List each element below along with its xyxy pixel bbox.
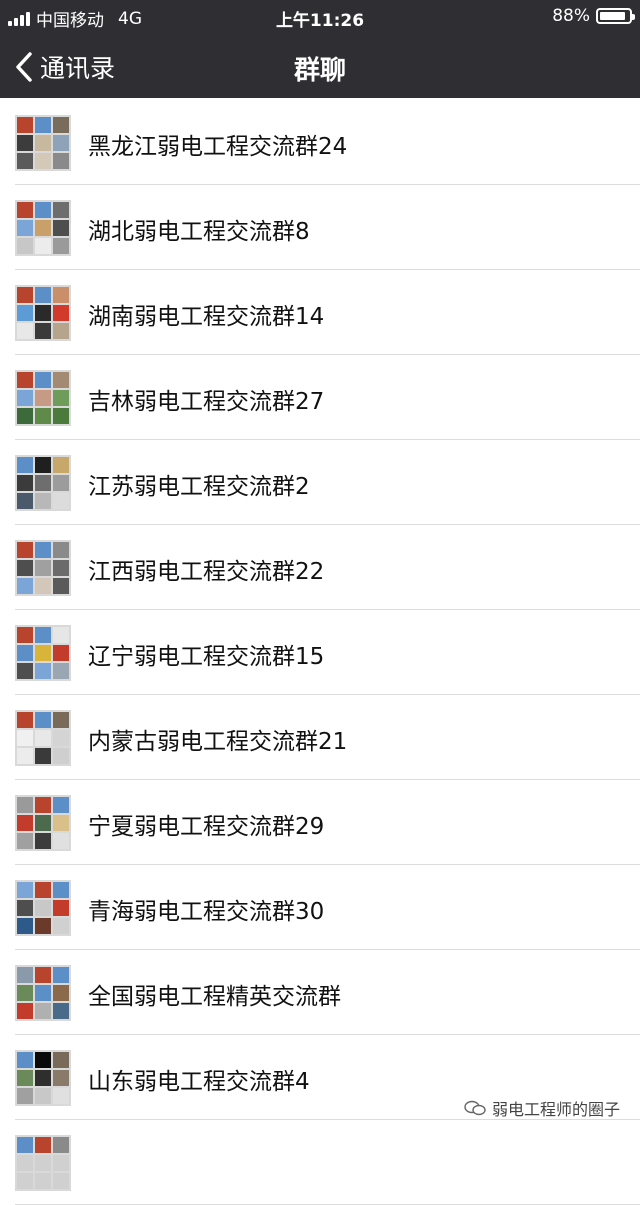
group-row[interactable]: 江苏弱电工程交流群2	[0, 440, 640, 525]
group-row[interactable]: 全国弱电工程精英交流群	[0, 950, 640, 1035]
group-name: 辽宁弱电工程交流群15	[88, 644, 325, 670]
group-avatar	[15, 1135, 71, 1191]
group-name: 江苏弱电工程交流群2	[88, 474, 310, 500]
group-avatar	[15, 455, 71, 511]
group-row[interactable]: 湖北弱电工程交流群8	[0, 185, 640, 270]
group-name: 宁夏弱电工程交流群29	[88, 814, 325, 840]
status-time: 上午11:26	[275, 11, 365, 31]
group-list: 黑龙江弱电工程交流群24 湖北弱电工程交流群8 湖南弱电工程交流群14 吉林弱电工程交…	[0, 100, 640, 1205]
group-row[interactable]: 辽宁弱电工程交流群15	[0, 610, 640, 695]
group-row[interactable]: 青海弱电工程交流群30	[0, 865, 640, 950]
group-avatar	[15, 880, 71, 936]
watermark: 弱电工程师的圈子	[464, 1096, 620, 1120]
group-avatar	[15, 115, 71, 171]
group-avatar	[15, 965, 71, 1021]
wechat-icon	[464, 1100, 486, 1116]
chevron-left-icon	[16, 52, 32, 82]
watermark-text: 弱电工程师的圈子	[491, 1100, 620, 1119]
group-name: 青海弱电工程交流群30	[88, 899, 325, 925]
group-row[interactable]: 湖南弱电工程交流群14	[0, 270, 640, 355]
status-bar: 中国移动 4G 上午11:26 88%	[0, 0, 640, 34]
group-name: 吉林弱电工程交流群27	[88, 389, 325, 415]
nav-bar: 通讯录 群聊	[0, 34, 640, 98]
group-row[interactable]: 吉林弱电工程交流群27	[0, 355, 640, 440]
group-row[interactable]: 黑龙江弱电工程交流群24	[0, 100, 640, 185]
group-avatar	[15, 795, 71, 851]
status-right: 88%	[552, 6, 635, 26]
group-avatar	[15, 285, 71, 341]
group-name: 湖南弱电工程交流群14	[88, 304, 325, 330]
group-name: 江西弱电工程交流群22	[88, 559, 325, 585]
group-avatar	[15, 710, 71, 766]
battery-icon	[596, 8, 635, 24]
group-name: 全国弱电工程精英交流群	[88, 984, 341, 1010]
group-avatar	[15, 1050, 71, 1106]
group-name: 山东弱电工程交流群4	[88, 1069, 310, 1095]
group-avatar	[15, 540, 71, 596]
group-avatar	[15, 200, 71, 256]
group-row[interactable]: 宁夏弱电工程交流群29	[0, 780, 640, 865]
group-avatar	[15, 370, 71, 426]
group-avatar	[15, 625, 71, 681]
group-row[interactable]: 江西弱电工程交流群22	[0, 525, 640, 610]
back-button[interactable]: 通讯录	[14, 49, 115, 85]
group-name: 黑龙江弱电工程交流群24	[88, 134, 348, 160]
group-name: 湖北弱电工程交流群8	[88, 219, 310, 245]
back-label: 通讯录	[40, 54, 116, 83]
group-row[interactable]	[0, 1120, 640, 1205]
group-row[interactable]: 内蒙古弱电工程交流群21	[0, 695, 640, 780]
battery-percent: 88%	[552, 6, 590, 26]
group-name: 内蒙古弱电工程交流群21	[88, 729, 348, 755]
